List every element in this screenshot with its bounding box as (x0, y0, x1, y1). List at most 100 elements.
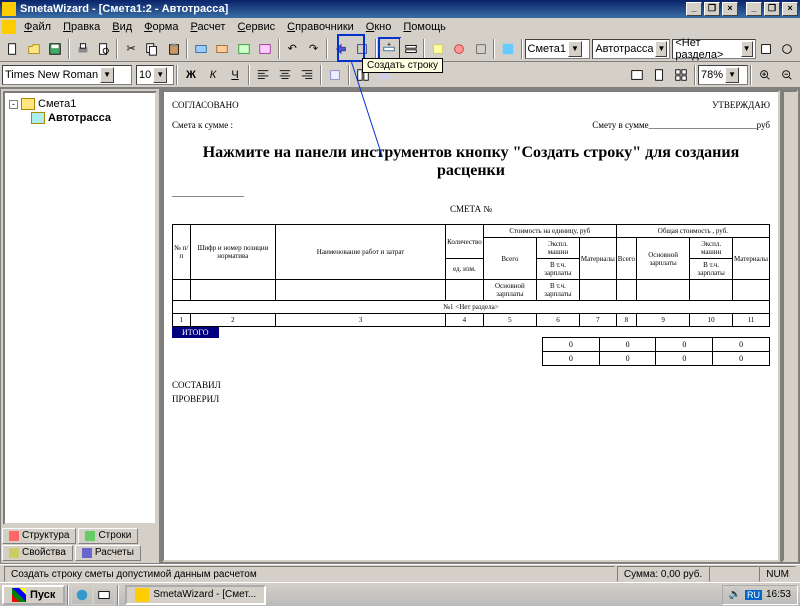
approve-label: УТВЕРЖДАЮ (712, 100, 770, 110)
combo-smeta[interactable]: Смета1▼ (525, 39, 591, 59)
zoom-in-button[interactable] (754, 64, 776, 86)
tab-label: Структура (22, 529, 69, 543)
tb-btn-12[interactable] (756, 38, 777, 60)
col-1: 1 (173, 314, 191, 327)
total-cell: 0 (656, 338, 713, 352)
tab-label: Свойства (22, 546, 66, 560)
tooltip: Создать строку (362, 58, 443, 73)
chevron-down-icon: ▼ (153, 67, 167, 83)
tb-btn-4[interactable] (254, 38, 275, 60)
print-button[interactable] (72, 38, 93, 60)
tab-calcs[interactable]: Расчеты (75, 545, 141, 561)
tb-btn-1[interactable] (190, 38, 211, 60)
tb-btn-11[interactable] (497, 38, 518, 60)
menu-file[interactable]: Файл (18, 19, 57, 35)
minimize-button[interactable]: _ (686, 2, 702, 16)
tab-label: Расчеты (95, 546, 134, 560)
open-button[interactable] (23, 38, 44, 60)
copy-button[interactable] (142, 38, 163, 60)
taskbar: Пуск SmetaWizard - [Смет... 🔊 RU 16:53 (0, 582, 800, 606)
agree-label: СОГЛАСОВАНО (172, 100, 239, 110)
tb-btn-7[interactable] (400, 38, 421, 60)
combo-section[interactable]: <Нет раздела>▼ (672, 39, 755, 59)
collapse-icon[interactable]: - (9, 100, 18, 109)
tree-child[interactable]: Автотрасса (9, 111, 151, 125)
tab-props[interactable]: Свойства (2, 545, 73, 561)
th-expl1: Экспл. машин (537, 238, 580, 259)
save-button[interactable] (45, 38, 66, 60)
app-icon (2, 2, 16, 16)
mdi-minimize-button[interactable]: _ (746, 2, 762, 16)
restore-button[interactable]: ❐ (704, 2, 720, 16)
th-npp: № п/п (173, 225, 191, 280)
col-10: 10 (690, 314, 733, 327)
tree-tabs: Структура Строки Свойства Расчеты (1, 527, 159, 563)
underline-button[interactable]: Ч (224, 64, 246, 86)
italic-button[interactable]: К (202, 64, 224, 86)
menu-form[interactable]: Форма (138, 19, 184, 35)
tb2-btn-4[interactable] (626, 64, 648, 86)
vertical-scrollbar[interactable] (782, 90, 798, 562)
total-cell: 0 (542, 352, 599, 366)
tb-btn-13[interactable] (777, 38, 798, 60)
create-row-button[interactable]: + (379, 38, 400, 60)
sum-left-label: Смета к сумме : (172, 120, 233, 130)
tb-btn-10[interactable] (470, 38, 491, 60)
menu-view[interactable]: Вид (106, 19, 138, 35)
menu-calc[interactable]: Расчет (184, 19, 231, 35)
preview-button[interactable] (93, 38, 114, 60)
tb-btn-6[interactable] (351, 38, 372, 60)
statusbar: Создать строку сметы допустимой данным р… (0, 564, 800, 582)
system-tray[interactable]: 🔊 RU 16:53 (722, 585, 798, 605)
paste-button[interactable] (163, 38, 184, 60)
fontsize-combo[interactable]: 10▼ (136, 65, 174, 85)
tree-root[interactable]: - Смета1 (9, 97, 151, 111)
align-right-button[interactable] (296, 64, 318, 86)
tb-btn-5[interactable] (330, 38, 351, 60)
zoom-out-button[interactable] (776, 64, 798, 86)
col-11: 11 (733, 314, 770, 327)
taskbar-app[interactable]: SmetaWizard - [Смет... (125, 585, 266, 605)
tb-btn-8[interactable] (427, 38, 448, 60)
tree-view[interactable]: - Смета1 Автотрасса (3, 91, 157, 525)
new-button[interactable] (2, 38, 23, 60)
tree-child-label: Автотрасса (48, 112, 111, 124)
menu-window[interactable]: Окно (360, 19, 398, 35)
folder-icon (21, 98, 35, 110)
mdi-restore-button[interactable]: ❐ (764, 2, 780, 16)
tb2-btn-1[interactable] (324, 64, 346, 86)
compiled-label: СОСТАВИЛ (172, 380, 770, 390)
close-button[interactable]: × (722, 2, 738, 16)
bold-button[interactable]: Ж (180, 64, 202, 86)
zoom-combo[interactable]: 78%▼ (698, 65, 748, 85)
document-area[interactable]: СОГЛАСОВАНОУТВЕРЖДАЮ Смета к сумме :Смет… (162, 90, 780, 562)
smeta-title: СМЕТА № (172, 204, 770, 214)
menu-help[interactable]: Помощь (397, 19, 452, 35)
quicklaunch-1[interactable] (71, 585, 93, 605)
font-combo[interactable]: Times New Roman▼ (2, 65, 132, 85)
mdi-close-button[interactable]: × (782, 2, 798, 16)
combo-object[interactable]: Автотрасса▼ (592, 39, 670, 59)
status-hint: Создать строку сметы допустимой данным р… (4, 566, 615, 582)
tb2-btn-5[interactable] (648, 64, 670, 86)
tab-structure[interactable]: Структура (2, 528, 76, 544)
redo-button[interactable]: ↷ (303, 38, 324, 60)
chevron-down-icon: ▼ (655, 41, 667, 57)
tray-icon[interactable]: 🔊 (729, 589, 741, 600)
quicklaunch-2[interactable] (93, 585, 115, 605)
menu-service[interactable]: Сервис (231, 19, 281, 35)
tab-rows[interactable]: Строки (78, 528, 138, 544)
lang-indicator[interactable]: RU (745, 590, 762, 600)
tb-btn-9[interactable] (449, 38, 470, 60)
start-button[interactable]: Пуск (2, 585, 65, 605)
align-center-button[interactable] (274, 64, 296, 86)
menu-refs[interactable]: Справочники (281, 19, 360, 35)
tb2-btn-6[interactable] (670, 64, 692, 86)
align-left-button[interactable] (252, 64, 274, 86)
menu-edit[interactable]: Правка (57, 19, 106, 35)
tb-btn-2[interactable] (212, 38, 233, 60)
col-2: 2 (190, 314, 275, 327)
cut-button[interactable]: ✂ (120, 38, 141, 60)
tb-btn-3[interactable] (233, 38, 254, 60)
undo-button[interactable]: ↶ (282, 38, 303, 60)
